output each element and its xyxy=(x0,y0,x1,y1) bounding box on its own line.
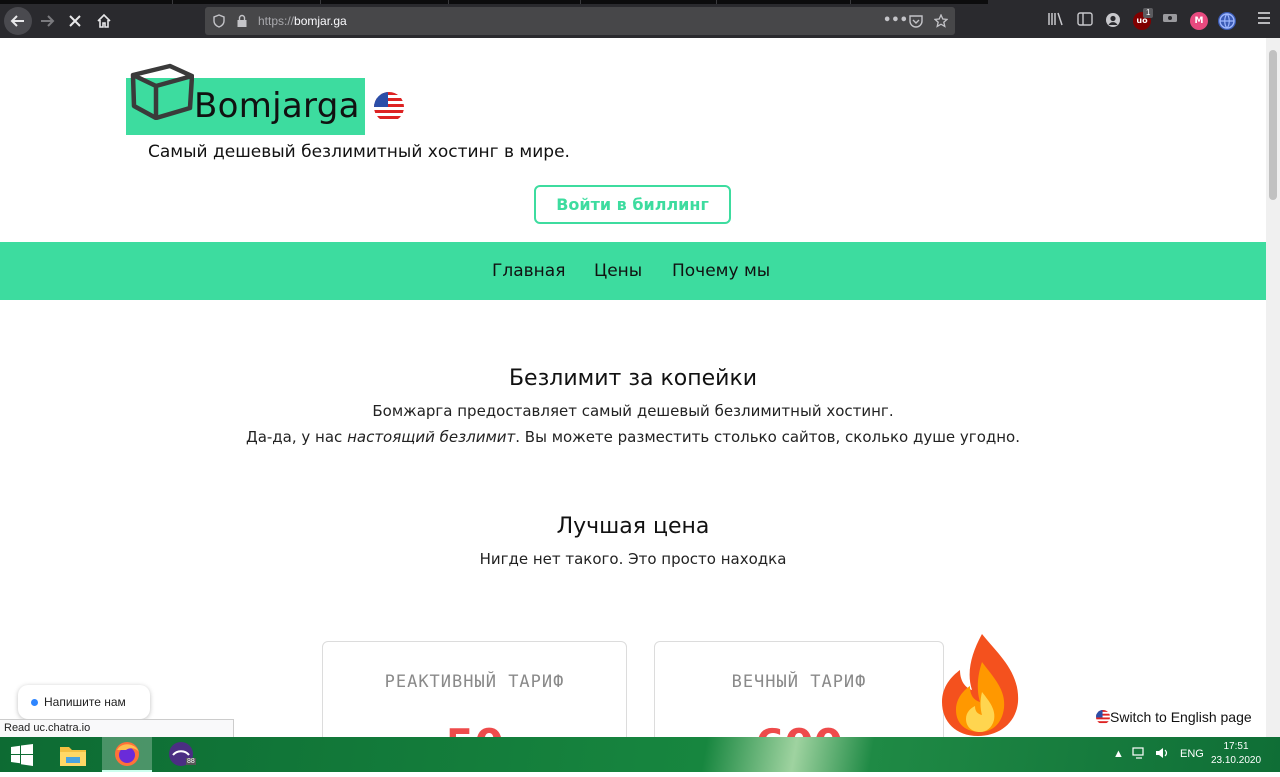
switch-english-link[interactable]: Switch to English page xyxy=(1096,709,1252,725)
plan-price: 50 xyxy=(323,720,626,737)
cube-logo-icon xyxy=(130,63,194,120)
windows-taskbar: 88 ▲ ENG 17:51 23.10.2020 xyxy=(0,737,1280,772)
plan-card-eternal[interactable]: ВЕЧНЫЙ ТАРИФ 600 xyxy=(654,641,944,737)
taskbar-clock[interactable]: 17:51 23.10.2020 xyxy=(1208,740,1264,768)
lock-icon[interactable] xyxy=(236,7,248,35)
section-unlimited-line1: Бомжарга предоставляет самый дешевый без… xyxy=(372,402,894,420)
us-flag-icon xyxy=(1096,710,1110,724)
clock-time: 17:51 xyxy=(1223,741,1249,752)
sidebar-icon[interactable] xyxy=(1076,12,1094,30)
tracking-shield-icon[interactable] xyxy=(213,7,225,35)
mail-extension-icon[interactable]: M xyxy=(1190,12,1208,30)
forward-button[interactable] xyxy=(33,7,61,35)
section-unlimited-title: Безлимит за копейки xyxy=(508,366,758,391)
windows-logo-icon xyxy=(11,744,33,766)
clock-date: 23.10.2020 xyxy=(1210,755,1262,766)
extension-icon[interactable] xyxy=(1161,12,1179,30)
firefox-icon xyxy=(115,742,139,766)
app-badge: 88 xyxy=(186,758,196,765)
page-viewport: Bomjarga Самый дешевый безлимитный хости… xyxy=(0,38,1266,737)
home-icon xyxy=(97,13,111,28)
start-button[interactable] xyxy=(0,737,44,772)
bookmark-star-icon[interactable] xyxy=(933,7,949,35)
network-icon[interactable] xyxy=(1132,737,1146,772)
pocket-icon[interactable] xyxy=(909,7,923,35)
plan-name: РЕАКТИВНЫЙ ТАРИФ xyxy=(384,672,565,692)
section-price-text: Нигде нет такого. Это просто находка xyxy=(479,550,787,568)
volume-icon[interactable] xyxy=(1155,737,1169,772)
fire-icon xyxy=(942,634,1019,736)
back-button[interactable] xyxy=(4,7,32,35)
section-unlimited-line2: Да-да, у нас настоящий безлимит. Вы може… xyxy=(245,428,1020,446)
browser-status-bar: Read uc.chatra.io xyxy=(0,719,234,737)
nav-item-why-us[interactable]: Почему мы xyxy=(672,242,770,300)
folder-icon xyxy=(60,747,86,766)
menu-hamburger-icon[interactable] xyxy=(1255,12,1273,30)
us-flag-icon[interactable] xyxy=(374,92,404,122)
online-dot-icon xyxy=(31,699,38,706)
ublock-badge: 1 xyxy=(1143,8,1154,18)
page-actions-icon[interactable]: ••• xyxy=(883,7,908,35)
close-icon xyxy=(69,15,81,27)
nav-item-home[interactable]: Главная xyxy=(492,242,565,300)
billing-login-button[interactable]: Войти в биллинг xyxy=(534,185,731,224)
vpn-extension-icon[interactable] xyxy=(1218,12,1236,30)
plan-price: 600 xyxy=(655,720,943,737)
plan-name: ВЕЧНЫЙ ТАРИФ xyxy=(731,672,867,692)
stop-button[interactable] xyxy=(61,7,89,35)
chat-widget-label: Напишите нам xyxy=(44,695,126,709)
account-icon[interactable] xyxy=(1104,12,1122,30)
url-text[interactable]: https://bomjar.ga xyxy=(258,7,347,35)
address-bar[interactable]: https://bomjar.ga ••• xyxy=(205,7,955,35)
nav-item-prices[interactable]: Цены xyxy=(594,242,642,300)
taskbar-firefox[interactable] xyxy=(102,737,152,772)
scrollbar-thumb[interactable] xyxy=(1269,50,1277,200)
taskbar-app[interactable]: 88 xyxy=(156,737,206,772)
site-logo-text[interactable]: Bomjarga xyxy=(194,86,360,126)
browser-toolbar: https://bomjar.ga ••• uo 1 M xyxy=(0,4,1280,38)
section-price-title: Лучшая цена xyxy=(556,514,710,539)
forward-arrow-icon xyxy=(41,15,55,27)
tray-expand-icon[interactable]: ▲ xyxy=(1113,737,1124,772)
language-indicator[interactable]: ENG xyxy=(1180,737,1204,772)
taskbar-file-explorer[interactable] xyxy=(48,737,98,772)
library-icon[interactable] xyxy=(1047,12,1065,30)
home-button[interactable] xyxy=(90,7,118,35)
page-scrollbar[interactable] xyxy=(1266,38,1280,737)
plan-card-reactive[interactable]: РЕАКТИВНЫЙ ТАРИФ 50 xyxy=(322,641,627,737)
main-navigation: Главная Цены Почему мы xyxy=(0,242,1266,300)
chat-widget-button[interactable]: Напишите нам xyxy=(18,685,150,719)
tagline: Самый дешевый безлимитный хостинг в мире… xyxy=(148,142,570,162)
back-arrow-icon xyxy=(10,15,24,27)
